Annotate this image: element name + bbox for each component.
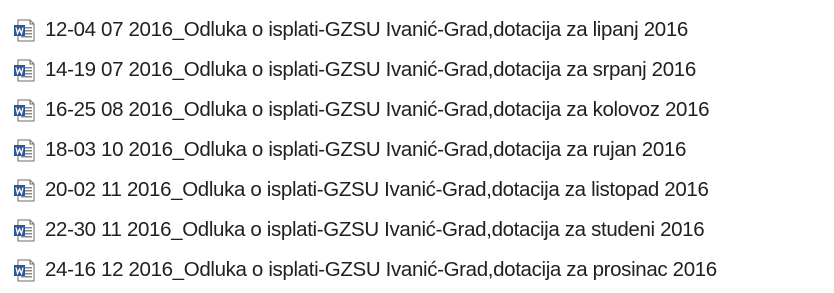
file-name: 22-30 11 2016_Odluka o isplati-GZSU Ivan…: [45, 217, 705, 241]
word-document-icon: [14, 179, 35, 201]
word-document-icon: [14, 19, 35, 41]
file-name: 24-16 12 2016_Odluka o isplati-GZSU Ivan…: [45, 257, 717, 281]
word-document-icon: [14, 139, 35, 161]
file-item[interactable]: 14-19 07 2016_Odluka o isplati-GZSU Ivan…: [12, 50, 827, 90]
word-document-icon: [14, 219, 35, 241]
file-name: 14-19 07 2016_Odluka o isplati-GZSU Ivan…: [45, 57, 696, 81]
word-document-icon: [14, 99, 35, 121]
file-name: 16-25 08 2016_Odluka o isplati-GZSU Ivan…: [45, 97, 710, 121]
file-item[interactable]: 16-25 08 2016_Odluka o isplati-GZSU Ivan…: [12, 90, 827, 130]
word-document-icon: [14, 259, 35, 281]
file-name: 12-04 07 2016_Odluka o isplati-GZSU Ivan…: [45, 17, 688, 41]
file-name: 18-03 10 2016_Odluka o isplati-GZSU Ivan…: [45, 137, 686, 161]
file-name: 20-02 11 2016_Odluka o isplati-GZSU Ivan…: [45, 177, 709, 201]
file-item[interactable]: 20-02 11 2016_Odluka o isplati-GZSU Ivan…: [12, 170, 827, 210]
file-item[interactable]: 18-03 10 2016_Odluka o isplati-GZSU Ivan…: [12, 130, 827, 170]
file-list: 12-04 07 2016_Odluka o isplati-GZSU Ivan…: [12, 10, 827, 290]
file-item[interactable]: 22-30 11 2016_Odluka o isplati-GZSU Ivan…: [12, 210, 827, 250]
file-item[interactable]: 12-04 07 2016_Odluka o isplati-GZSU Ivan…: [12, 10, 827, 50]
word-document-icon: [14, 59, 35, 81]
file-item[interactable]: 24-16 12 2016_Odluka o isplati-GZSU Ivan…: [12, 250, 827, 290]
